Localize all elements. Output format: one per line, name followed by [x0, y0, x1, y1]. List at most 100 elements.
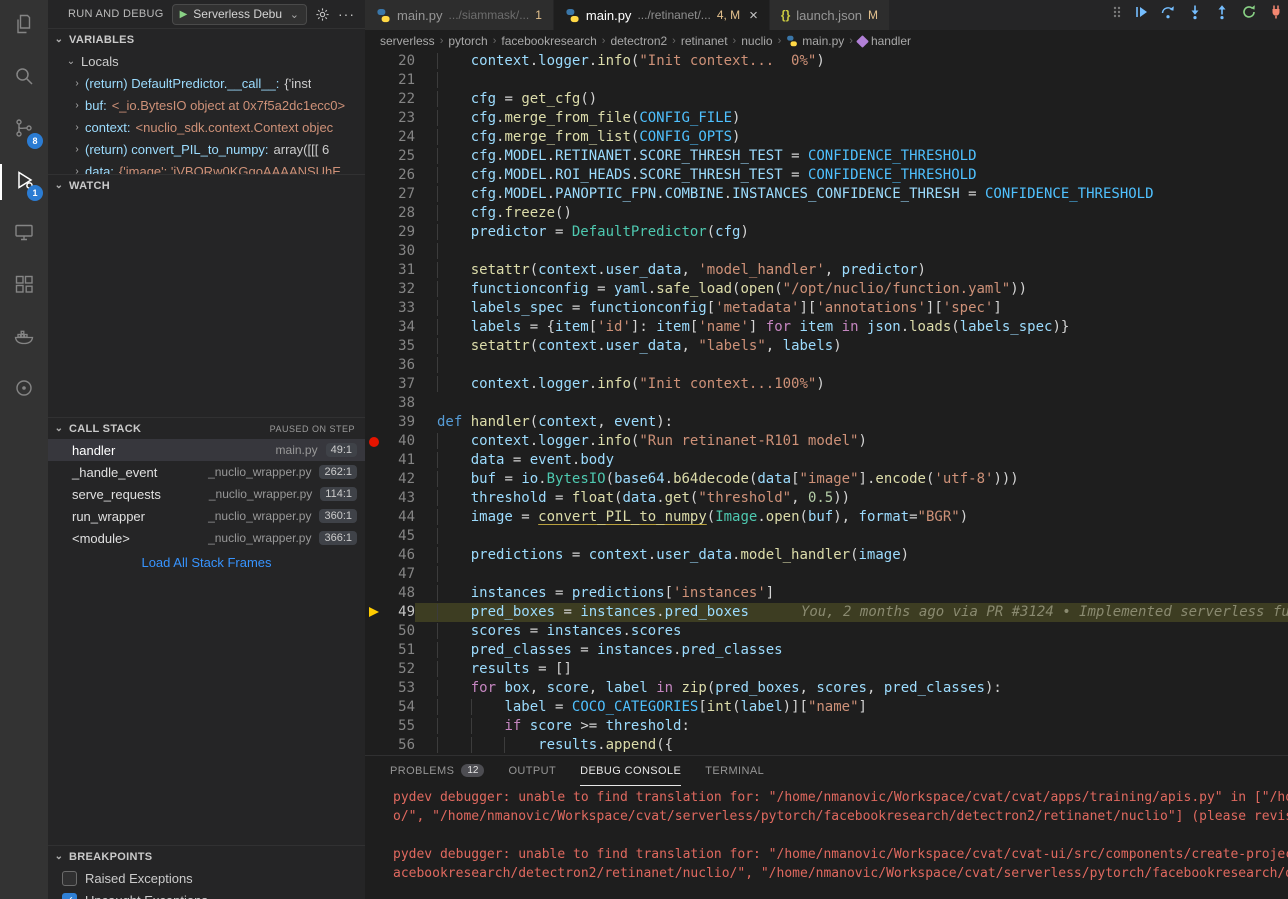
code-line[interactable]: 25 cfg.MODEL.RETINANET.SCORE_THRESH_TEST… [365, 147, 1288, 166]
gutter-glyph[interactable] [365, 109, 383, 128]
gutter-glyph[interactable] [365, 451, 383, 470]
gutter-glyph[interactable] [365, 698, 383, 717]
step-into-button[interactable] [1187, 4, 1203, 20]
stack-frame[interactable]: run_wrapper_nuclio_wrapper.py360:1 [48, 505, 365, 527]
panel-tab-problems[interactable]: PROBLEMS12 [390, 756, 484, 786]
breakpoints-section-header[interactable]: ⌄ BREAKPOINTS [48, 845, 365, 867]
gutter-glyph[interactable] [365, 736, 383, 755]
code-line[interactable]: 38 [365, 394, 1288, 413]
code-line[interactable]: 37 context.logger.info("Init context...1… [365, 375, 1288, 394]
code-line[interactable]: 40 context.logger.info("Run retinanet-R1… [365, 432, 1288, 451]
breadcrumb-item-facebookresearch[interactable]: facebookresearch [501, 34, 596, 48]
breadcrumb-item-detectron2[interactable]: detectron2 [610, 34, 667, 48]
restart-button[interactable] [1241, 4, 1257, 20]
code-line[interactable]: 23 cfg.merge_from_file(CONFIG_FILE) [365, 109, 1288, 128]
checkbox[interactable]: ✓ [62, 893, 77, 899]
gutter-glyph[interactable] [365, 90, 383, 109]
gutter-glyph[interactable] [365, 470, 383, 489]
gutter-glyph[interactable] [365, 356, 383, 375]
code-line[interactable]: 39def handler(context, event): [365, 413, 1288, 432]
start-debugging-icon[interactable]: ▶ [180, 9, 188, 20]
breadcrumb-item-mainpy[interactable]: main.py [786, 34, 844, 48]
gutter-glyph[interactable] [365, 527, 383, 546]
code-line[interactable]: 31 setattr(context.user_data, 'model_han… [365, 261, 1288, 280]
code-line[interactable]: 44 image = convert_PIL_to_numpy(Image.op… [365, 508, 1288, 527]
activitybar-run-and-debug[interactable]: 1 [0, 156, 48, 208]
code-line[interactable]: 54 label = COCO_CATEGORIES[int(label)]["… [365, 698, 1288, 717]
gutter-glyph[interactable] [365, 318, 383, 337]
gutter-glyph[interactable] [365, 432, 383, 451]
variable-row[interactable]: ›context:<nuclio_sdk.context.Context obj… [48, 116, 365, 138]
activitybar-source-control[interactable]: 8 [0, 104, 48, 156]
variable-row[interactable]: ›(return) DefaultPredictor.__call__:{'in… [48, 72, 365, 94]
checkbox[interactable] [62, 871, 77, 886]
gutter-glyph[interactable] [365, 185, 383, 204]
gutter-glyph[interactable] [365, 375, 383, 394]
gutter-glyph[interactable] [365, 508, 383, 527]
code-line[interactable]: 35 setattr(context.user_data, "labels", … [365, 337, 1288, 356]
gutter-glyph[interactable] [365, 147, 383, 166]
code-line[interactable]: 48 instances = predictions['instances'] [365, 584, 1288, 603]
continue-button[interactable] [1133, 4, 1149, 20]
code-line[interactable]: 28 cfg.freeze() [365, 204, 1288, 223]
tab-launch-json[interactable]: {} launch.json M [770, 0, 890, 30]
variable-row[interactable]: ›buf:<_io.BytesIO object at 0x7f5a2dc1ec… [48, 94, 365, 116]
variable-row[interactable]: ›(return) convert_PIL_to_numpy:array([[[… [48, 138, 365, 160]
more-actions-icon[interactable]: ··· [338, 6, 355, 22]
activitybar-explorer[interactable] [0, 0, 48, 52]
gutter-glyph[interactable] [365, 489, 383, 508]
gutter-glyph[interactable] [365, 717, 383, 736]
gutter-glyph[interactable] [365, 204, 383, 223]
activitybar-remote-explorer[interactable] [0, 208, 48, 260]
gutter-glyph[interactable] [365, 584, 383, 603]
code-line[interactable]: 32 functionconfig = yaml.safe_load(open(… [365, 280, 1288, 299]
code-line[interactable]: 46 predictions = context.user_data.model… [365, 546, 1288, 565]
code-line[interactable]: 21 [365, 71, 1288, 90]
drag-handle-icon[interactable] [1112, 4, 1122, 20]
code-line[interactable]: 51 pred_classes = instances.pred_classes [365, 641, 1288, 660]
breakpoint-row[interactable]: Raised Exceptions [48, 867, 365, 889]
watch-section-header[interactable]: ⌄ WATCH [48, 174, 365, 196]
code-line[interactable]: 56 results.append({ [365, 736, 1288, 755]
panel-tab-debug-console[interactable]: DEBUG CONSOLE [580, 756, 681, 786]
stack-frame[interactable]: serve_requests_nuclio_wrapper.py114:1 [48, 483, 365, 505]
disconnect-button[interactable] [1268, 4, 1284, 20]
stack-frame[interactable]: _handle_event_nuclio_wrapper.py262:1 [48, 461, 365, 483]
code-line[interactable]: 45 [365, 527, 1288, 546]
gutter-glyph[interactable] [365, 52, 383, 71]
breakpoint-icon[interactable] [369, 437, 379, 447]
gutter-glyph[interactable] [365, 546, 383, 565]
gutter-glyph[interactable] [365, 679, 383, 698]
breadcrumb-item-handler[interactable]: handler [858, 34, 911, 48]
gutter-glyph[interactable] [365, 622, 383, 641]
breadcrumb-item-retinanet[interactable]: retinanet [681, 34, 728, 48]
gutter-glyph[interactable] [365, 166, 383, 185]
scope-locals[interactable]: ⌄ Locals [48, 50, 365, 72]
activitybar-extensions[interactable] [0, 260, 48, 312]
code-line[interactable]: 34 labels = {item['id']: item['name'] fo… [365, 318, 1288, 337]
step-out-button[interactable] [1214, 4, 1230, 20]
activitybar-docker[interactable] [0, 312, 48, 364]
code-line[interactable]: 50 scores = instances.scores [365, 622, 1288, 641]
variables-section-header[interactable]: ⌄ VARIABLES [48, 28, 365, 50]
code-line[interactable]: 27 cfg.MODEL.PANOPTIC_FPN.COMBINE.INSTAN… [365, 185, 1288, 204]
activitybar-tool-circle[interactable] [0, 364, 48, 416]
gutter-glyph[interactable] [365, 242, 383, 261]
load-all-stack-frames-link[interactable]: Load All Stack Frames [48, 552, 365, 574]
code-line[interactable]: 20 context.logger.info("Init context... … [365, 52, 1288, 71]
activitybar-search[interactable] [0, 52, 48, 104]
panel-tab-output[interactable]: OUTPUT [508, 756, 556, 786]
gutter-glyph[interactable] [365, 413, 383, 432]
code-line[interactable]: 33 labels_spec = functionconfig['metadat… [365, 299, 1288, 318]
panel-tab-terminal[interactable]: TERMINAL [705, 756, 764, 786]
code-line[interactable]: 41 data = event.body [365, 451, 1288, 470]
code-line[interactable]: 43 threshold = float(data.get("threshold… [365, 489, 1288, 508]
breakpoint-row[interactable]: ✓Uncaught Exceptions [48, 889, 365, 899]
code-line[interactable]: 29 predictor = DefaultPredictor(cfg) [365, 223, 1288, 242]
gutter-glyph[interactable] [365, 641, 383, 660]
code-line[interactable]: 36 [365, 356, 1288, 375]
gutter-glyph[interactable] [365, 337, 383, 356]
gutter-glyph[interactable] [365, 603, 383, 622]
launch-config-dropdown[interactable]: ▶ Serverless Debu ⌄ [172, 4, 307, 25]
breadcrumb-item-pytorch[interactable]: pytorch [448, 34, 487, 48]
